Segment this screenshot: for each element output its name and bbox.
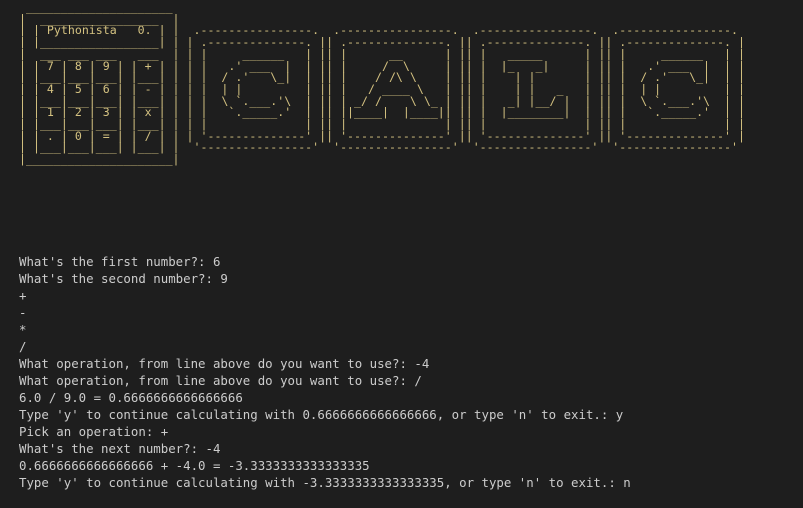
output-line: 0.6666666666666666 + -4.0 = -3.333333333… [19,458,370,473]
output-line: What's the second number?: 9 [19,271,228,286]
output-line: What's the first number?: 6 [19,254,221,269]
output-line: Type 'y' to continue calculating with -3… [19,475,631,490]
output-line: + [19,288,27,303]
output-line: 6.0 / 9.0 = 0.6666666666666666 [19,390,243,405]
output-line: - [19,305,27,320]
terminal-panel[interactable]: _____________________ | ________________… [0,0,803,508]
output-line: Pick an operation: + [19,424,169,439]
terminal-output: What's the first number?: 6 What's the s… [19,253,631,491]
output-line: What operation, from line above do you w… [19,356,430,371]
output-line: / [19,339,27,354]
output-line: What's the next number?: -4 [19,441,221,456]
output-line: What operation, from line above do you w… [19,373,422,388]
output-line: * [19,322,27,337]
output-line: Type 'y' to continue calculating with 0.… [19,407,624,422]
calc-ascii-banner: _____________________ | ________________… [19,0,745,167]
